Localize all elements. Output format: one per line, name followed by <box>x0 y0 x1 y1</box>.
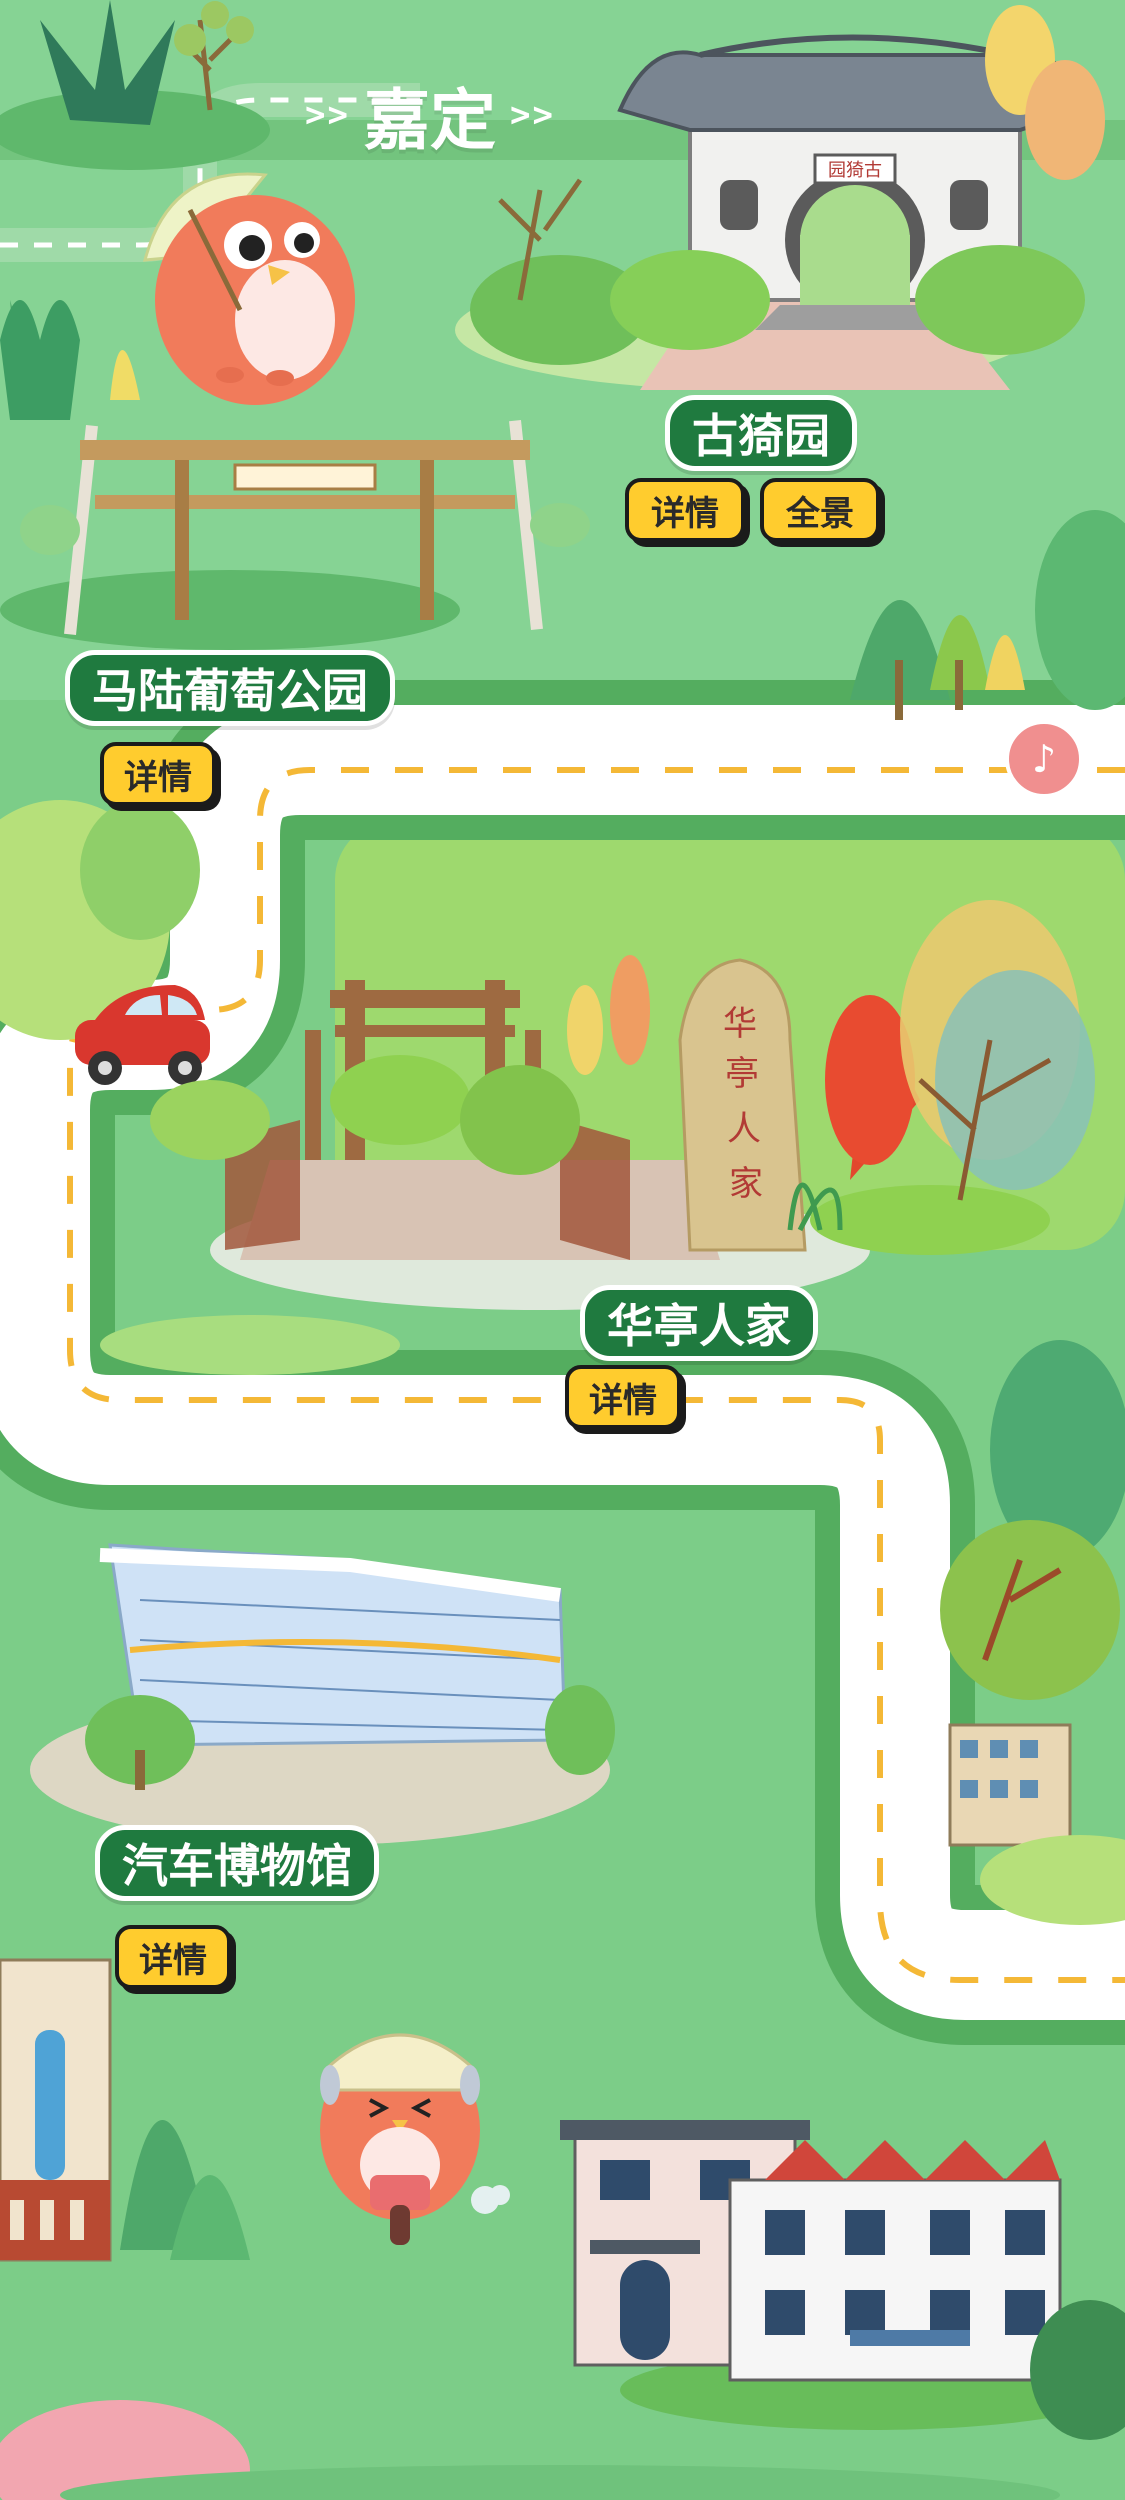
huating-stone-char: 华 <box>723 1004 757 1044</box>
map-background: 园猗古 华 亭 人 家 <box>0 0 1125 2500</box>
header-arrows-right: >> <box>510 95 555 135</box>
music-note-icon: ♪ <box>1031 737 1057 781</box>
place-label-malu-grape-park: 马陆葡萄公园 <box>65 650 395 726</box>
guyi-garden-panorama-button[interactable]: 全景 <box>760 478 880 542</box>
car-museum-details-button[interactable]: 详情 <box>115 1925 231 1989</box>
header-title: >> 嘉定 >> <box>260 70 600 160</box>
music-toggle-button[interactable]: ♪ <box>1005 720 1083 798</box>
malu-grape-park-details-button[interactable]: 详情 <box>100 742 216 806</box>
huating-stone-char: 亭 <box>725 1054 759 1094</box>
place-label-huating-renjia: 华亭人家 <box>580 1285 818 1361</box>
place-label-guyi-garden: 古猗园 <box>665 395 857 471</box>
guyi-plaque-text: 园猗古 <box>828 160 882 181</box>
guyi-garden-details-button[interactable]: 详情 <box>625 478 745 542</box>
huating-stone-char: 家 <box>729 1164 763 1204</box>
huating-renjia-details-button[interactable]: 详情 <box>565 1365 681 1429</box>
bush <box>100 1315 400 1375</box>
map-stage: 园猗古 华 亭 人 家 >> 嘉定 >> ♪ 古猗园 详情 全景 马陆葡萄公园 … <box>0 0 1125 2500</box>
huating-stone-char: 人 <box>727 1109 761 1149</box>
place-label-car-museum: 汽车博物馆 <box>95 1825 379 1901</box>
district-name: 嘉定 <box>364 82 496 159</box>
header-arrows-left: >> <box>305 95 350 135</box>
